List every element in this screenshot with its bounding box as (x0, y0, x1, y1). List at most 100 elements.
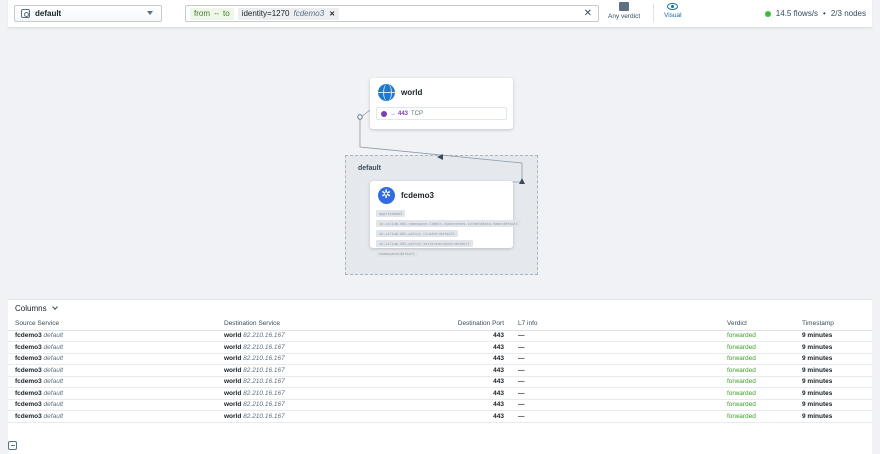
status-separator: • (823, 9, 826, 18)
nodes-count: 2/3 nodes (830, 9, 866, 18)
namespace-icon (21, 9, 30, 18)
verdict-cell: forwarded (720, 399, 795, 411)
destination-ip: 82.210.16.167 (243, 401, 285, 409)
destination-service: world (224, 343, 242, 351)
timestamp-cell: 9 minutes (802, 366, 833, 374)
port-number: 443 (398, 110, 409, 117)
service-map[interactable]: default world → 443 TCP fcdemo3 app=fcde… (0, 30, 880, 295)
world-port-row: → 443 TCP (376, 107, 507, 120)
arrow-right-icon: → (390, 110, 396, 117)
identity-filter-label: identity=1270 (241, 9, 290, 18)
verdict-cell: forwarded (720, 330, 795, 342)
column-header[interactable]: L7 info (511, 317, 720, 331)
table-row[interactable]: fcdemo3 default world 82.210.16.167 443 — fo… (8, 353, 872, 365)
source-namespace: default (43, 332, 64, 340)
remove-tag-icon[interactable]: ✕ (329, 10, 335, 18)
verdict-filter-label: Any verdict (608, 13, 641, 20)
caret-down-icon (147, 11, 153, 15)
verdict-cell: forwarded (720, 376, 795, 388)
destination-service: world (224, 389, 242, 397)
source-namespace: default (43, 366, 64, 374)
table-row[interactable]: fcdemo3 default world 82.210.16.167 443 — fo… (8, 387, 872, 400)
identity-filter-sub: fcdemo3 (293, 9, 325, 18)
port-icon (381, 110, 387, 117)
source-service: fcdemo3 (15, 389, 42, 397)
collapse-panel-icon[interactable] (8, 441, 17, 450)
verdict-filter-button[interactable]: Any verdict (608, 2, 640, 26)
eye-icon (667, 3, 679, 10)
flows-table: Source Service Destination Service Desti… (8, 317, 872, 423)
column-header[interactable]: Destination Service (217, 317, 426, 331)
destination-ip: 82.210.16.167 (243, 332, 285, 340)
visual-toggle-label: Visual (664, 12, 682, 19)
clear-filter-icon[interactable]: ✕ (584, 8, 592, 19)
destination-ip: 82.210.16.167 (243, 343, 285, 351)
timestamp-cell: 9 minutes (802, 355, 833, 363)
source-namespace: default (43, 389, 64, 397)
source-namespace: default (43, 343, 64, 351)
timestamp-cell: 9 minutes (802, 332, 833, 340)
verdict-cell: forwarded (720, 410, 795, 423)
timestamp-cell: 9 minutes (802, 389, 833, 397)
toolbar-divider (653, 4, 654, 22)
l7-info: — (518, 412, 525, 420)
table-header-row: Source Service Destination Service Desti… (8, 317, 872, 331)
l7-info: — (518, 389, 525, 397)
columns-button-label: Columns (15, 304, 47, 313)
source-namespace: default (43, 412, 64, 420)
column-header[interactable]: Timestamp (795, 317, 872, 331)
destination-port: 443 (493, 343, 504, 351)
service-label-tag: namespace=default (376, 250, 418, 257)
direction-to-label: to (223, 9, 230, 18)
flows-panel: Columns Source Service Destination Servi… (8, 299, 872, 454)
table-row[interactable]: fcdemo3 default world 82.210.16.167 443 — fo… (8, 376, 872, 388)
column-header[interactable]: Source Service (8, 317, 217, 331)
verdict-cell: forwarded (720, 364, 795, 377)
fcdemo3-service-card[interactable]: fcdemo3 app=fcdemo3 io.cilium.k8s.namesp… (370, 181, 522, 257)
visual-toggle-button[interactable]: Visual (664, 2, 682, 26)
table-row[interactable]: fcdemo3 default world 82.210.16.167 443 — fo… (8, 341, 872, 354)
service-label-tag: io.cilium.k8s.policy.cluster=default (376, 230, 458, 237)
table-row[interactable]: fcdemo3 default world 82.210.16.167 443 — fo… (8, 364, 872, 377)
table-row[interactable]: fcdemo3 default world 82.210.16.167 443 — fo… (8, 330, 872, 342)
destination-service: world (224, 366, 242, 374)
chevron-down-icon (51, 304, 58, 310)
table-row[interactable]: fcdemo3 default world 82.210.16.167 443 — fo… (8, 399, 872, 411)
source-service: fcdemo3 (15, 378, 42, 386)
table-row[interactable]: fcdemo3 default world 82.210.16.167 443 — fo… (8, 410, 872, 423)
service-label-tag: app=fcdemo3 (376, 210, 406, 217)
source-service: fcdemo3 (15, 366, 42, 374)
l7-info: — (518, 343, 525, 351)
source-namespace: default (43, 401, 64, 409)
link-arrow-icon (519, 178, 525, 184)
namespace-select[interactable]: default (14, 5, 162, 22)
timestamp-cell: 9 minutes (802, 343, 833, 351)
direction-filter-tag[interactable]: from ↔ to (190, 7, 234, 20)
l7-info: — (518, 366, 525, 374)
destination-ip: 82.210.16.167 (243, 378, 285, 386)
destination-port: 443 (493, 355, 504, 363)
identity-filter-tag: identity=1270 fcdemo3 ✕ (237, 7, 340, 20)
column-header[interactable]: Destination Port (426, 317, 511, 331)
source-service: fcdemo3 (15, 401, 42, 409)
status-dot-icon (764, 10, 771, 17)
fcdemo3-labels: app=fcdemo3 io.cilium.k8s.namespace.labe… (370, 204, 522, 257)
source-namespace: default (43, 378, 64, 386)
column-header[interactable]: Verdict (720, 317, 795, 331)
fcdemo3-card-title: fcdemo3 (401, 191, 434, 200)
destination-port: 443 (493, 412, 504, 420)
source-service: fcdemo3 (15, 412, 42, 420)
destination-ip: 82.210.16.167 (243, 355, 285, 363)
destination-service: world (224, 401, 242, 409)
destination-port: 443 (493, 378, 504, 386)
verdict-cell: forwarded (720, 387, 795, 400)
timestamp-cell: 9 minutes (802, 378, 833, 386)
top-bar: default from ↔ to identity=1270 fcdemo3 … (8, 0, 872, 28)
world-service-card[interactable]: world → 443 TCP (370, 78, 513, 129)
flow-filter-input[interactable]: from ↔ to identity=1270 fcdemo3 ✕ ✕ (185, 5, 599, 22)
destination-service: world (224, 332, 242, 340)
direction-from-label: from (194, 9, 210, 18)
flows-rate: 14.5 flows/s (775, 9, 819, 18)
columns-button[interactable]: Columns (15, 304, 58, 313)
link-endpoint (357, 114, 363, 120)
